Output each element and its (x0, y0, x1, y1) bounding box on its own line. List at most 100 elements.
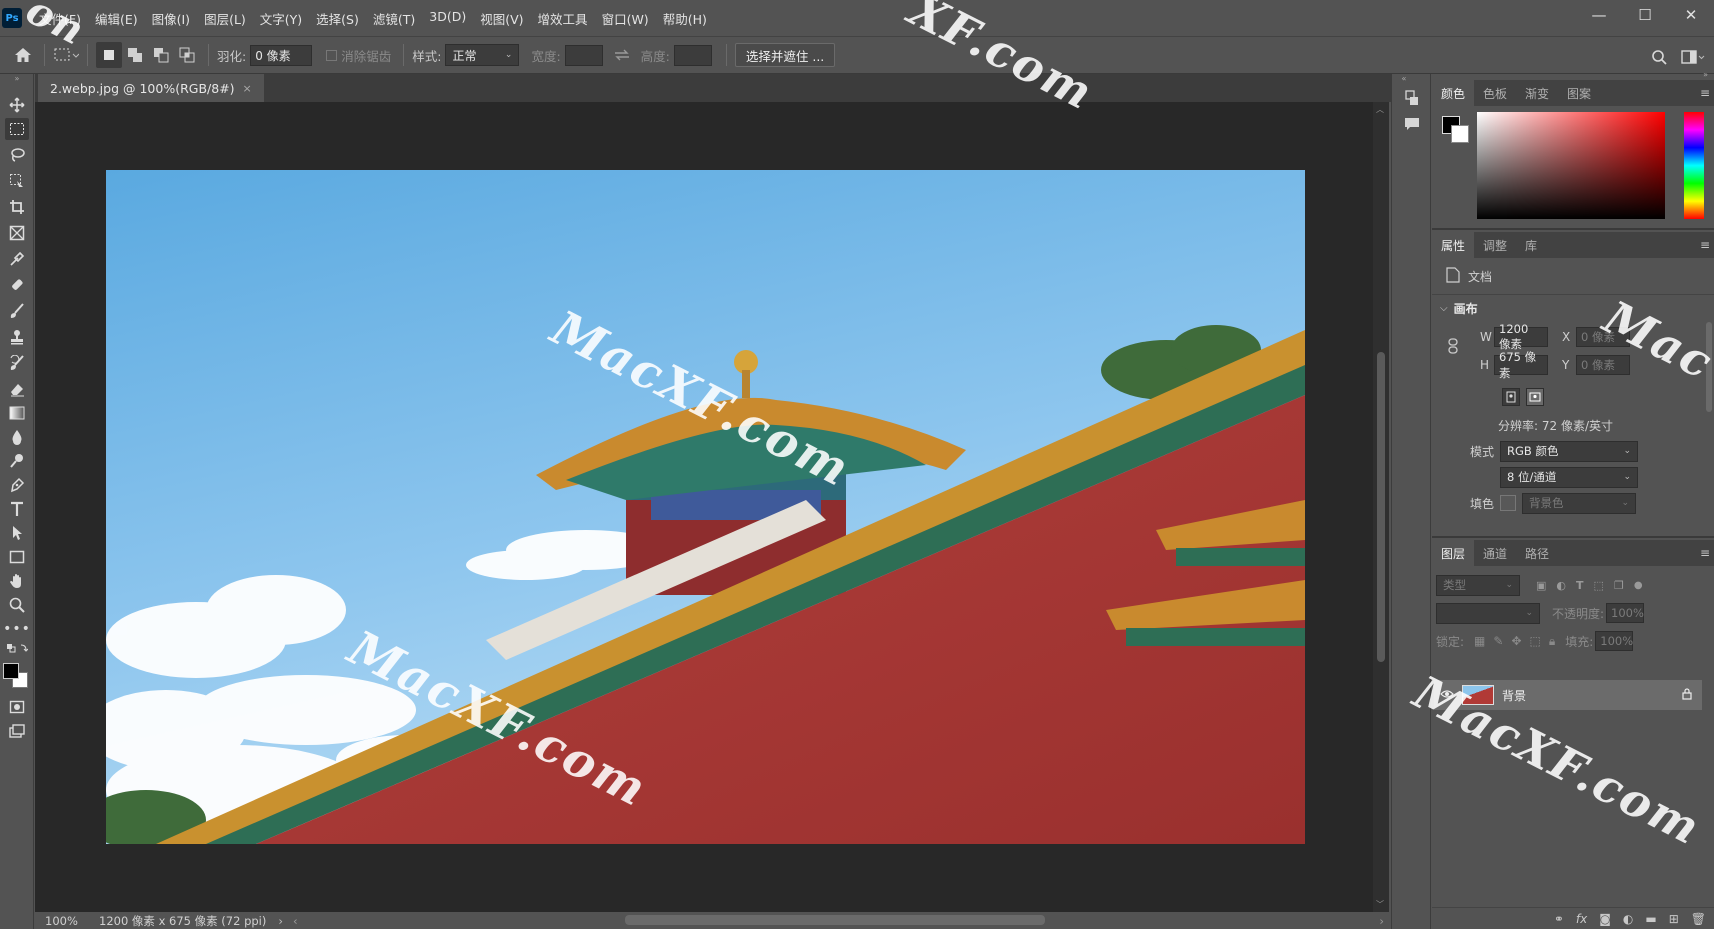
add-mask-icon[interactable]: ◙ (1599, 912, 1611, 926)
subtract-selection-icon[interactable] (148, 42, 174, 68)
chevron-down-icon[interactable]: ⌵ (1440, 303, 1448, 314)
close-button[interactable]: ✕ (1668, 0, 1714, 30)
landscape-icon[interactable] (1526, 388, 1544, 406)
background-swatch[interactable] (1451, 125, 1469, 143)
style-select[interactable]: 正常 ⌄ (445, 44, 520, 66)
tab-channels[interactable]: 通道 (1474, 540, 1516, 566)
collapse-panels-icon[interactable]: » (1703, 70, 1708, 79)
adjustment-layer-icon[interactable]: ◐ (1623, 912, 1633, 926)
eye-icon[interactable] (1440, 688, 1454, 702)
blend-mode-select[interactable]: ⌄ (1436, 602, 1540, 624)
menu-plugins[interactable]: 增效工具 (531, 9, 595, 28)
menu-image[interactable]: 图像(I) (145, 9, 197, 28)
clone-stamp-tool-icon[interactable] (5, 326, 29, 348)
link-layers-icon[interactable]: ⚭ (1554, 912, 1564, 926)
fill-input[interactable]: 100% (1595, 631, 1634, 651)
layer-filter-select[interactable]: 类型 ⌄ (1436, 574, 1520, 596)
tab-patterns[interactable]: 图案 (1558, 80, 1600, 106)
lock-all-icon[interactable]: 🔒︎ (1549, 634, 1555, 649)
tab-libraries[interactable]: 库 (1516, 232, 1546, 258)
vertical-scrollbar[interactable]: ︿ ﹀ (1373, 102, 1389, 912)
antialias-checkbox[interactable]: 消除锯齿 (326, 46, 395, 65)
new-selection-icon[interactable] (96, 42, 122, 68)
dodge-tool-icon[interactable] (5, 450, 29, 472)
portrait-icon[interactable] (1502, 388, 1520, 406)
document-tab[interactable]: 2.webp.jpg @ 100%(RGB/8#) × (38, 74, 264, 102)
brush-tool-icon[interactable] (5, 300, 29, 322)
history-brush-tool-icon[interactable] (5, 352, 29, 374)
quick-mask-icon[interactable] (5, 696, 29, 718)
tab-swatches[interactable]: 色板 (1474, 80, 1516, 106)
screen-mode-icon[interactable] (5, 720, 29, 742)
rectangle-tool-icon[interactable] (5, 546, 29, 568)
minimize-button[interactable]: — (1576, 0, 1622, 30)
document-image[interactable] (106, 170, 1305, 844)
canvas-x-input[interactable]: 0 像素 (1576, 327, 1630, 347)
lock-pixels-icon[interactable]: ✎ (1493, 634, 1503, 648)
maximize-button[interactable]: ☐ (1622, 0, 1668, 30)
tab-paths[interactable]: 路径 (1516, 540, 1558, 566)
lock-position-icon[interactable]: ✥ (1511, 634, 1521, 648)
move-tool-icon[interactable] (5, 94, 29, 116)
bit-depth-select[interactable]: 8 位/通道 ⌄ (1500, 466, 1638, 488)
collapse-toolbar-icon[interactable]: » (5, 74, 29, 83)
eyedropper-tool-icon[interactable] (5, 248, 29, 270)
object-selection-tool-icon[interactable] (5, 170, 29, 192)
filter-toggle-icon[interactable]: ● (1634, 580, 1643, 591)
tab-adjustments[interactable]: 调整 (1474, 232, 1516, 258)
filter-type-icon[interactable]: T (1576, 579, 1584, 592)
collapse-strip-icon[interactable]: « (1394, 72, 1414, 84)
trash-icon[interactable]: 🗑︎ (1691, 912, 1706, 926)
frame-tool-icon[interactable] (5, 222, 29, 244)
filter-smart-object-icon[interactable]: ❐ (1614, 579, 1624, 592)
rect-marquee-preset-icon[interactable] (53, 42, 79, 68)
chevron-right-icon[interactable]: › (278, 914, 283, 928)
add-selection-icon[interactable] (122, 42, 148, 68)
canvas-section-header[interactable]: ⌵ 画布 (1432, 298, 1714, 318)
menu-help[interactable]: 帮助(H) (656, 9, 714, 28)
zoom-level[interactable]: 100% (35, 914, 89, 928)
tab-properties[interactable]: 属性 (1432, 232, 1475, 258)
foreground-color-swatch[interactable] (3, 663, 19, 679)
new-layer-icon[interactable]: ⊞ (1669, 912, 1679, 926)
fx-icon[interactable]: fx (1576, 912, 1587, 926)
search-icon[interactable] (1646, 44, 1672, 70)
menu-layer[interactable]: 图层(L) (197, 9, 253, 28)
vertical-scroll-thumb[interactable] (1377, 352, 1385, 662)
type-tool-icon[interactable] (5, 498, 29, 520)
menu-3d[interactable]: 3D(D) (422, 9, 473, 28)
scroll-up-icon[interactable]: ︿ (1376, 104, 1384, 115)
menu-window[interactable]: 窗口(W) (595, 9, 656, 28)
properties-scrollbar[interactable] (1706, 322, 1712, 412)
new-group-icon[interactable]: ▬ (1645, 912, 1656, 926)
scroll-down-icon[interactable]: ﹀ (1376, 899, 1384, 910)
canvas-height-input[interactable]: 675 像素 (1494, 350, 1548, 380)
tab-gradients[interactable]: 渐变 (1516, 80, 1558, 106)
scroll-left-icon[interactable]: ‹ (293, 914, 298, 928)
menu-edit[interactable]: 编辑(E) (88, 9, 145, 28)
layer-row[interactable]: 背景 (1434, 680, 1702, 710)
zoom-tool-icon[interactable] (5, 594, 29, 616)
swap-icon[interactable] (609, 42, 635, 68)
blur-tool-icon[interactable] (5, 426, 29, 448)
intersect-selection-icon[interactable] (174, 42, 200, 68)
comments-panel-icon[interactable] (1402, 114, 1422, 134)
lock-transparent-icon[interactable]: ▦ (1474, 634, 1485, 648)
horizontal-scroll-thumb[interactable] (625, 915, 1045, 925)
filter-pixel-icon[interactable]: ▣ (1536, 579, 1546, 592)
more-tools-icon[interactable]: ••• (3, 618, 30, 640)
tab-color[interactable]: 颜色 (1432, 80, 1475, 106)
filter-adjustment-icon[interactable]: ◐ (1556, 579, 1566, 592)
hand-tool-icon[interactable] (5, 570, 29, 592)
menu-select[interactable]: 选择(S) (309, 9, 366, 28)
tab-layers[interactable]: 图层 (1432, 540, 1475, 566)
scroll-right-icon[interactable]: › (1379, 914, 1384, 928)
height-input[interactable] (673, 44, 712, 66)
canvas-area[interactable] (35, 102, 1373, 912)
default-colors-icon[interactable] (5, 642, 29, 656)
antialias-checkbox-box[interactable] (326, 49, 338, 61)
eraser-tool-icon[interactable] (5, 378, 29, 400)
fill-swatch[interactable] (1500, 495, 1516, 511)
document-info[interactable]: 1200 像素 x 675 像素 (72 ppi) (89, 913, 266, 929)
crop-tool-icon[interactable] (5, 196, 29, 218)
